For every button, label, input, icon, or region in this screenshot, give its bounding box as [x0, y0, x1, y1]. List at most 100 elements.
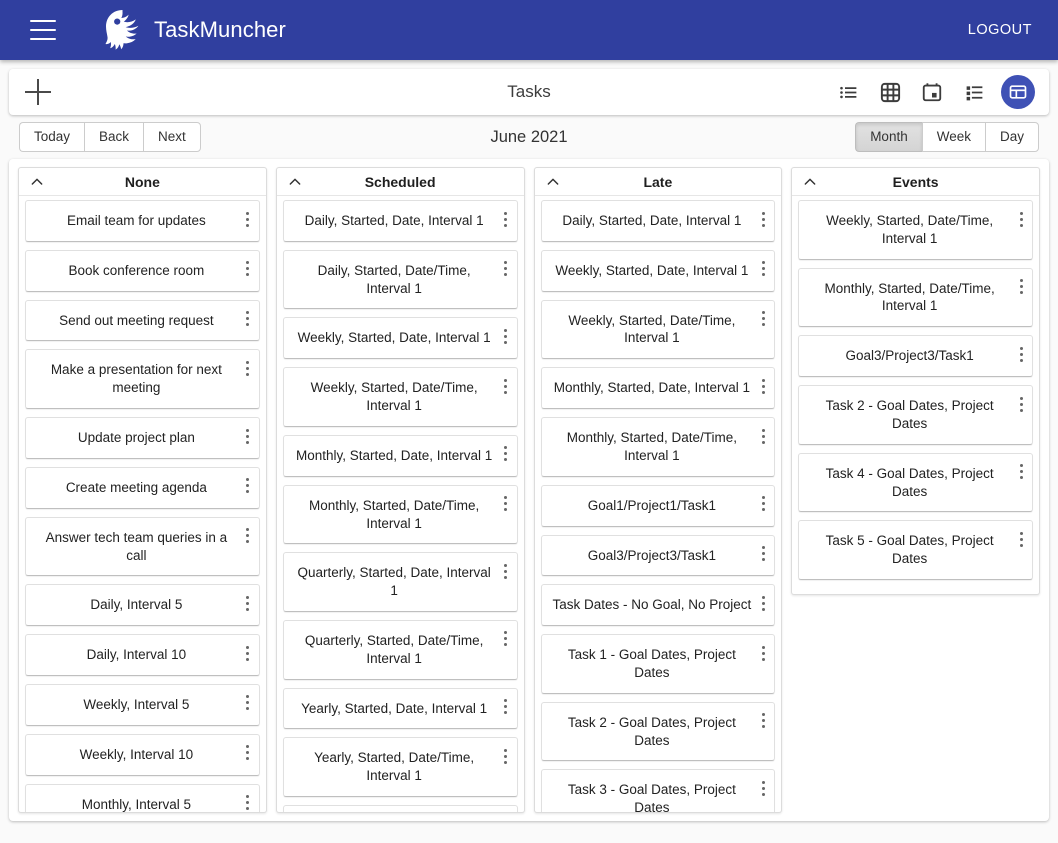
task-menu-icon[interactable]: [241, 308, 255, 330]
task-menu-icon[interactable]: [756, 592, 770, 614]
task-menu-icon[interactable]: [756, 777, 770, 799]
logout-button[interactable]: LOGOUT: [960, 14, 1040, 46]
task-menu-icon[interactable]: [1014, 343, 1028, 365]
back-button[interactable]: Back: [84, 121, 144, 153]
board-view-icon[interactable]: [1001, 75, 1035, 109]
task-card[interactable]: Yearly, Started, Date, Interval 1: [282, 687, 518, 730]
task-menu-icon[interactable]: [1014, 528, 1028, 550]
task-menu-icon[interactable]: [499, 560, 513, 582]
task-menu-icon[interactable]: [241, 692, 255, 714]
task-card[interactable]: Daily, Interval 10: [25, 634, 260, 676]
chevron-up-icon[interactable]: [802, 174, 818, 190]
task-menu-icon[interactable]: [499, 325, 513, 347]
task-card[interactable]: Weekly, Started, Date/Time, Interval 1: [798, 200, 1033, 260]
task-card[interactable]: Goal1/Project1/Task1: [540, 484, 776, 527]
task-card[interactable]: Goal3/Project3/Task1: [540, 534, 776, 577]
task-card[interactable]: Send out meeting request: [25, 299, 260, 342]
task-menu-icon[interactable]: [756, 425, 770, 447]
task-menu-icon[interactable]: [241, 258, 255, 280]
calendar-view-icon[interactable]: [917, 77, 947, 107]
task-card[interactable]: Daily, Started, Date, Interval 1: [540, 200, 776, 242]
task-menu-icon[interactable]: [1014, 208, 1028, 230]
task-card[interactable]: Monthly, Interval 5: [25, 783, 260, 812]
task-card[interactable]: Task 5 - Goal Dates, Project Dates: [798, 520, 1033, 580]
task-menu-icon[interactable]: [499, 628, 513, 650]
task-menu-icon[interactable]: [756, 543, 770, 565]
task-card[interactable]: Yearly, Started, Date/Time, Interval 1: [282, 737, 518, 797]
task-card[interactable]: Daily, Started, Date, Interval 1: [282, 200, 518, 242]
task-card[interactable]: Monthly, Started, Date, Interval 1: [540, 367, 776, 410]
task-card[interactable]: Daily, Started, Date/Time, Interval 1: [282, 249, 518, 310]
task-card[interactable]: Monthly, Started, Date/Time, Interval 1: [798, 267, 1033, 328]
grid-view-icon[interactable]: [875, 77, 905, 107]
chevron-up-icon[interactable]: [545, 174, 561, 190]
task-menu-icon[interactable]: [241, 742, 255, 764]
task-menu-icon[interactable]: [756, 493, 770, 515]
task-menu-icon[interactable]: [499, 745, 513, 767]
task-menu-icon[interactable]: [241, 792, 255, 812]
task-card[interactable]: Create meeting agenda: [25, 466, 260, 509]
column-card-list[interactable]: Weekly, Started, Date/Time, Interval 1 Mo…: [792, 196, 1039, 594]
task-card[interactable]: Weekly, Started, Date/Time, Interval 1: [540, 299, 776, 360]
task-menu-icon[interactable]: [241, 425, 255, 447]
task-card[interactable]: Weekly, Interval 5: [25, 683, 260, 726]
task-card[interactable]: Email team for updates: [25, 200, 260, 242]
task-menu-icon[interactable]: [1014, 461, 1028, 483]
task-menu-icon[interactable]: [756, 258, 770, 280]
task-card[interactable]: Task 3 - Goal Dates, Project Dates: [540, 769, 776, 812]
task-card[interactable]: Update project plan: [25, 417, 260, 459]
task-card[interactable]: Weekly, Interval 10: [25, 733, 260, 776]
task-card[interactable]: Monthly, Started, Date, Interval 1: [282, 434, 518, 477]
task-menu-icon[interactable]: [756, 375, 770, 397]
task-menu-icon[interactable]: [241, 208, 255, 230]
list-alt-view-icon[interactable]: [959, 77, 989, 107]
column-card-list[interactable]: Daily, Started, Date, Interval 1 Daily, S…: [277, 196, 524, 812]
task-menu-icon[interactable]: [499, 443, 513, 465]
task-card[interactable]: Book conference room: [25, 249, 260, 292]
task-card[interactable]: Task Dates - No Goal, No Project: [540, 584, 776, 627]
list-view-icon[interactable]: [833, 77, 863, 107]
task-card[interactable]: Yearly, Started, Date, Interval 2: [282, 805, 518, 812]
task-menu-icon[interactable]: [756, 642, 770, 664]
task-menu-icon[interactable]: [756, 308, 770, 330]
column-card-list[interactable]: Email team for updates Book conference ro…: [19, 196, 266, 812]
task-menu-icon[interactable]: [499, 696, 513, 718]
task-card[interactable]: Task 4 - Goal Dates, Project Dates: [798, 452, 1033, 513]
task-menu-icon[interactable]: [241, 642, 255, 664]
range-month-button[interactable]: Month: [855, 121, 922, 153]
task-menu-icon[interactable]: [499, 208, 513, 230]
task-card[interactable]: Weekly, Started, Date, Interval 1: [282, 317, 518, 360]
task-card[interactable]: Task 1 - Goal Dates, Project Dates: [540, 634, 776, 694]
task-card[interactable]: Daily, Interval 5: [25, 584, 260, 627]
task-menu-icon[interactable]: [499, 258, 513, 280]
task-card[interactable]: Monthly, Started, Date/Time, Interval 1: [540, 417, 776, 477]
task-menu-icon[interactable]: [499, 375, 513, 397]
task-menu-icon[interactable]: [241, 475, 255, 497]
range-week-button[interactable]: Week: [921, 121, 985, 153]
column-card-list[interactable]: Daily, Started, Date, Interval 1 Weekly, …: [535, 196, 782, 812]
task-card[interactable]: Weekly, Started, Date, Interval 1: [540, 249, 776, 292]
task-card[interactable]: Quarterly, Started, Date/Time, Interval …: [282, 619, 518, 680]
chevron-up-icon[interactable]: [29, 174, 45, 190]
next-button[interactable]: Next: [143, 121, 201, 153]
task-menu-icon[interactable]: [241, 592, 255, 614]
task-menu-icon[interactable]: [1014, 276, 1028, 298]
task-card[interactable]: Task 2 - Goal Dates, Project Dates: [798, 385, 1033, 445]
hamburger-menu-icon[interactable]: [30, 20, 56, 40]
task-card[interactable]: Make a presentation for next meeting: [25, 349, 260, 410]
task-menu-icon[interactable]: [1014, 393, 1028, 415]
task-card[interactable]: Quarterly, Started, Date, Interval 1: [282, 552, 518, 612]
task-card[interactable]: Goal3/Project3/Task1: [798, 335, 1033, 378]
chevron-up-icon[interactable]: [287, 174, 303, 190]
task-card[interactable]: Task 2 - Goal Dates, Project Dates: [540, 701, 776, 762]
today-button[interactable]: Today: [19, 121, 85, 153]
task-menu-icon[interactable]: [756, 208, 770, 230]
task-menu-icon[interactable]: [756, 710, 770, 732]
task-menu-icon[interactable]: [241, 357, 255, 379]
task-card[interactable]: Monthly, Started, Date/Time, Interval 1: [282, 484, 518, 545]
range-day-button[interactable]: Day: [984, 121, 1039, 153]
task-menu-icon[interactable]: [499, 493, 513, 515]
add-task-button[interactable]: [25, 79, 51, 105]
task-card[interactable]: Answer tech team queries in a call: [25, 516, 260, 577]
task-menu-icon[interactable]: [241, 525, 255, 547]
